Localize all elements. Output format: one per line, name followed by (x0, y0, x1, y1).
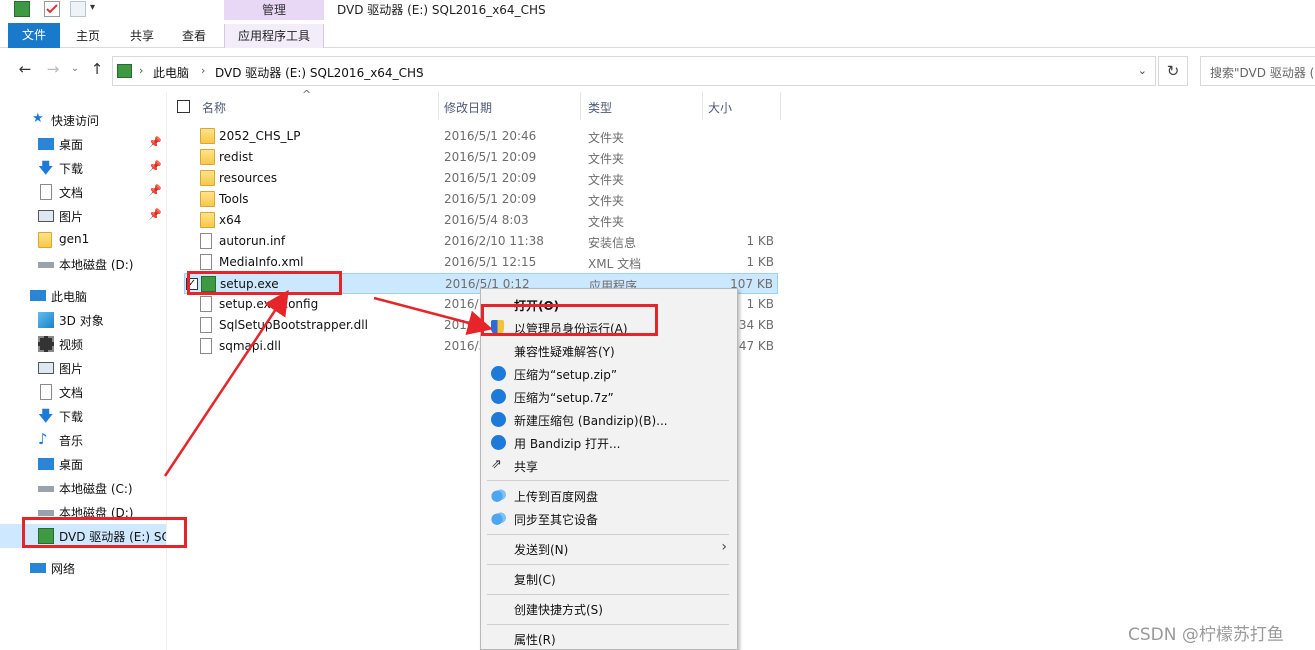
watermark: CSDN @柠檬苏打鱼 (1128, 625, 1284, 645)
annotation-arrow-to-setup (163, 289, 289, 477)
annotation-arrows (163, 289, 493, 477)
annotation-arrow-to-run-as-admin (373, 296, 493, 335)
